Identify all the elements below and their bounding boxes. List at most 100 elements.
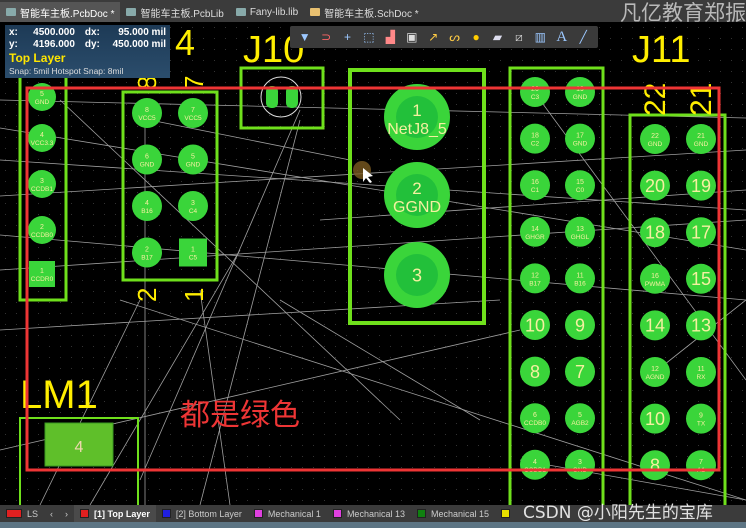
pad-6[interactable]: 6GND [132,144,162,175]
pad-18[interactable]: 18C2 [520,123,550,154]
pad-20[interactable]: 20C3 [520,77,550,107]
layer-tab-mech13[interactable]: Mechanical 13 [327,505,411,522]
pad-1[interactable]: 1CCDR0 [29,261,55,287]
chart-icon[interactable]: ▟ [381,29,399,45]
tab-pcblib[interactable]: 智能车主板.PcbLib [120,2,229,22]
pad-18[interactable]: 18 [640,217,670,248]
pad-10[interactable]: 10 [640,403,670,434]
pad-number: 4 [40,132,44,139]
pad-2[interactable]: 2B17 [132,237,162,268]
pcb-drawing[interactable]: 5GND4VCC3.33CCDB12CCDB01CCDR08VCC57VCC56… [0,22,746,505]
pad-21[interactable]: 21GND [686,124,716,154]
pad-number: 13 [691,316,711,336]
pad-7[interactable]: 7 [565,356,595,387]
pad-11[interactable]: 11B16 [565,263,595,294]
tab-schdoc[interactable]: 智能车主板.SchDoc * [304,2,424,22]
pad-9[interactable]: 9TX [686,403,716,434]
pad-number: 7 [575,362,585,382]
pad-5[interactable]: 5AGB2 [565,403,595,434]
small-component[interactable] [260,76,302,118]
pad-11[interactable]: 11RX [686,357,716,387]
pad-net: C1 [531,187,540,194]
pad-4[interactable]: 4VCC3.3 [28,124,56,152]
layer-tab-bottom[interactable]: [2] Bottom Layer [156,505,248,522]
pad-14[interactable]: 14GHGR [520,216,550,247]
pad-net: GND [573,141,588,148]
via-icon[interactable]: ● [467,29,485,45]
pad-16[interactable]: 16C1 [520,170,550,201]
line-icon[interactable]: ╱ [574,29,592,45]
pad-12[interactable]: 12AGND [640,357,670,387]
pad-15[interactable]: 15C0 [565,170,595,201]
pad-net: C3 [531,94,540,101]
pad-1[interactable]: 1NetJ8_5 [384,84,450,150]
pad-8[interactable]: 8VCC5 [132,98,162,128]
pad-3[interactable]: 3C4 [178,191,208,221]
polygon-icon[interactable]: ▰ [489,29,507,45]
document-tab-bar: 智能车主板.PcbDoc * 智能车主板.PcbLib Fany-lib.lib… [0,0,746,25]
length-tune-icon[interactable]: ᔕ [446,29,464,45]
layer-set-button[interactable]: LS [0,505,44,522]
pad-4[interactable]: 4B16 [132,191,162,221]
pad-7[interactable]: 7A1 [686,450,716,481]
layer-tab-overlay[interactable] [495,505,516,522]
pad-19[interactable]: 19GND [565,77,595,107]
pad-20[interactable]: 20 [640,170,670,201]
pad-3[interactable]: 3 [384,242,450,308]
silk-c1: 4 [175,22,195,63]
pad-14[interactable]: 14 [640,310,670,341]
pad-22[interactable]: 22GND [640,124,670,154]
text-icon[interactable]: A [553,29,571,45]
pad-2[interactable]: 2GGND [384,162,450,228]
pad-10[interactable]: 10 [520,310,550,340]
layer-scroll-right[interactable]: › [59,505,74,522]
pad-3[interactable]: 3CCDB1 [28,170,56,198]
pad-4[interactable]: 4CCDB1 [520,449,550,480]
route-icon[interactable]: ⊃ [317,29,335,45]
pad-1[interactable]: 1C5 [179,238,207,267]
layer-label: Mechanical 1 [267,508,321,519]
select-rect-icon[interactable]: ⬚ [360,29,378,45]
layer-set-swatch [6,509,22,518]
pad-number: 5 [578,412,582,419]
pad-17[interactable]: 17GND [565,123,595,154]
pad-15[interactable]: 15 [686,263,716,294]
pad-number: 2 [145,247,149,254]
outline-j11 [628,113,727,505]
pcb-canvas[interactable]: 5 GND 4 VCC3.3 3 CCDB1 2 CCDB0 1 CCDR0 8 VCC5 7 VCC5 6… [0,22,746,505]
pad-13[interactable]: 13 [686,310,716,341]
pad-13[interactable]: 13GHGL [565,216,595,247]
tab-fany-lib[interactable]: Fany-lib.lib [230,2,304,22]
pad-net: CCDB1 [31,186,53,193]
pad-6[interactable]: 6CCDB0 [520,403,550,434]
pad-8[interactable]: 8 [520,356,550,387]
layer-label: Mechanical 13 [346,508,405,519]
cross-icon[interactable]: + [339,29,357,45]
filter-icon[interactable]: ▼ [296,29,314,45]
pad-net: C4 [189,208,198,215]
pad-3[interactable]: 3GND [565,449,595,480]
layer-tab-mech1[interactable]: Mechanical 1 [248,505,327,522]
layer-tab-mech15[interactable]: Mechanical 15 [411,505,495,522]
pad-16[interactable]: 16PWMA [640,263,670,294]
pad-number: 16 [651,273,659,280]
pad-net: PWMA [645,281,666,288]
pad-12[interactable]: 12B17 [520,263,550,294]
pad-net: GND [35,99,50,106]
pcb-doc-icon [6,8,16,16]
pad-5[interactable]: 5GND [178,144,208,175]
layer-tab-top[interactable]: [1] Top Layer [74,505,156,522]
pad-8[interactable]: 8 [640,450,670,481]
layer-scroll-left[interactable]: ‹ [44,505,59,522]
pad-9[interactable]: 9 [565,310,595,340]
keepout-icon[interactable]: ⧄ [510,29,528,45]
pad-19[interactable]: 19 [686,170,716,201]
pad-4[interactable]: 4 [44,422,114,467]
pad-17[interactable]: 17 [686,217,716,248]
interactive-route-icon[interactable]: ↗ [424,29,442,45]
pad-2[interactable]: 2CCDB0 [28,216,56,244]
component-icon[interactable]: ▣ [403,29,421,45]
pad-7[interactable]: 7VCC5 [178,98,208,128]
tab-pcbdoc[interactable]: 智能车主板.PcbDoc * [0,2,121,22]
region-icon[interactable]: ▥ [531,29,549,45]
